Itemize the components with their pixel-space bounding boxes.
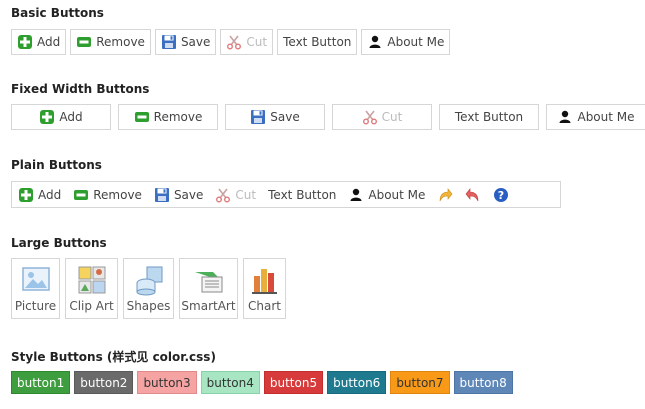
section-title-basic: Basic Buttons (11, 6, 104, 20)
add-button[interactable]: Add (11, 29, 67, 55)
large-buttons-row: Picture Clip Art Shapes SmartArt Chart (11, 258, 291, 319)
save-icon (250, 109, 266, 125)
smartart-label: SmartArt (181, 299, 236, 313)
scissors-icon (362, 109, 378, 125)
chart-button[interactable]: Chart (243, 258, 286, 319)
style-button-3[interactable]: button3 (137, 371, 197, 394)
style-button-8[interactable]: button8 (453, 371, 513, 394)
bar-chart-icon (249, 264, 281, 296)
fixed-add-button[interactable]: Add (11, 104, 111, 130)
section-title-style: Style Buttons (样式见 color.css) (11, 350, 216, 364)
shapes-icon (133, 264, 165, 296)
style-button-2[interactable]: button2 (74, 371, 134, 394)
fixed-remove-button[interactable]: Remove (118, 104, 218, 130)
help-icon (493, 187, 509, 203)
fixed-text-button[interactable]: Text Button (439, 104, 539, 130)
user-icon (557, 109, 573, 125)
fixed-add-label: Add (59, 110, 83, 124)
about-me-button[interactable]: About Me (361, 29, 451, 55)
plain-text-label: Text Button (268, 187, 337, 202)
fixed-cut-label: Cut (381, 110, 403, 124)
fixed-remove-label: Remove (153, 110, 203, 124)
style-button-7-label: button7 (396, 375, 444, 390)
plain-remove-label: Remove (93, 187, 142, 202)
style-button-4[interactable]: button4 (200, 371, 260, 394)
fixed-save-label: Save (270, 110, 300, 124)
style-button-3-label: button3 (143, 375, 191, 390)
plain-save-label: Save (173, 187, 204, 202)
style-button-1-label: button1 (17, 375, 65, 390)
picture-label: Picture (14, 299, 57, 313)
section-title-large: Large Buttons (11, 236, 107, 250)
style-button-1[interactable]: button1 (11, 371, 71, 394)
undo-arrow-icon (465, 187, 481, 203)
clip-art-icon (76, 264, 108, 296)
plain-add-button[interactable]: Add (15, 184, 64, 206)
text-button-label: Text Button (283, 35, 352, 49)
cut-button[interactable]: Cut (220, 29, 274, 55)
save-icon (161, 34, 177, 50)
plain-about-me-label: About Me (368, 187, 426, 202)
redo-button[interactable] (434, 184, 456, 206)
fixed-about-me-label: About Me (577, 110, 635, 124)
text-button[interactable]: Text Button (277, 29, 358, 55)
fixed-buttons-row: Add Remove Save Cut Text Button About Me (11, 104, 645, 130)
add-icon (18, 187, 34, 203)
style-button-4-label: button4 (206, 375, 254, 390)
style-button-5[interactable]: button5 (263, 371, 324, 394)
style-button-6-label: button6 (333, 375, 381, 390)
section-title-plain: Plain Buttons (11, 158, 102, 172)
scissors-icon (226, 34, 242, 50)
cut-button-label: Cut (246, 35, 268, 49)
plain-add-label: Add (38, 187, 62, 202)
chart-label: Chart (248, 299, 281, 313)
remove-icon (76, 34, 92, 50)
style-button-7[interactable]: button7 (390, 371, 450, 394)
style-buttons-row: button1 button2 button3 button4 button5 … (11, 371, 517, 394)
remove-icon (73, 187, 89, 203)
shapes-button[interactable]: Shapes (123, 258, 174, 319)
plain-about-me-button[interactable]: About Me (345, 184, 428, 206)
undo-button[interactable] (462, 184, 484, 206)
clip-art-button[interactable]: Clip Art (65, 258, 118, 319)
add-icon (39, 109, 55, 125)
about-me-button-label: About Me (387, 35, 445, 49)
user-icon (348, 187, 364, 203)
help-button[interactable] (490, 184, 512, 206)
add-icon (17, 34, 33, 50)
style-button-6[interactable]: button6 (327, 371, 387, 394)
smartart-button[interactable]: SmartArt (179, 258, 238, 319)
save-button[interactable]: Save (154, 29, 217, 55)
save-icon (154, 187, 170, 203)
plain-save-button[interactable]: Save (151, 184, 206, 206)
redo-arrow-icon (437, 187, 453, 203)
smartart-icon (193, 264, 225, 296)
remove-button[interactable]: Remove (70, 29, 151, 55)
remove-button-label: Remove (96, 35, 145, 49)
clip-art-label: Clip Art (69, 299, 114, 313)
add-button-label: Add (37, 35, 61, 49)
save-button-label: Save (180, 35, 211, 49)
picture-icon (20, 264, 52, 296)
fixed-cut-button[interactable]: Cut (332, 104, 432, 130)
plain-cut-button[interactable]: Cut (212, 184, 259, 206)
plain-remove-button[interactable]: Remove (70, 184, 145, 206)
style-button-8-label: button8 (459, 375, 507, 390)
picture-button[interactable]: Picture (11, 258, 60, 319)
basic-buttons-row: Add Remove Save Cut Text Button About Me (11, 29, 454, 55)
style-button-2-label: button2 (80, 375, 128, 390)
fixed-text-label: Text Button (454, 110, 524, 124)
plain-cut-label: Cut (235, 187, 257, 202)
shapes-label: Shapes (126, 299, 171, 313)
plain-text-button[interactable]: Text Button (265, 184, 339, 206)
style-button-5-label: button5 (269, 375, 318, 390)
fixed-save-button[interactable]: Save (225, 104, 325, 130)
scissors-icon (215, 187, 231, 203)
remove-icon (134, 109, 150, 125)
section-title-fixed: Fixed Width Buttons (11, 82, 150, 96)
plain-buttons-toolbar: Add Remove Save Cut Text Button About Me (11, 181, 561, 208)
fixed-about-me-button[interactable]: About Me (546, 104, 645, 130)
user-icon (367, 34, 383, 50)
